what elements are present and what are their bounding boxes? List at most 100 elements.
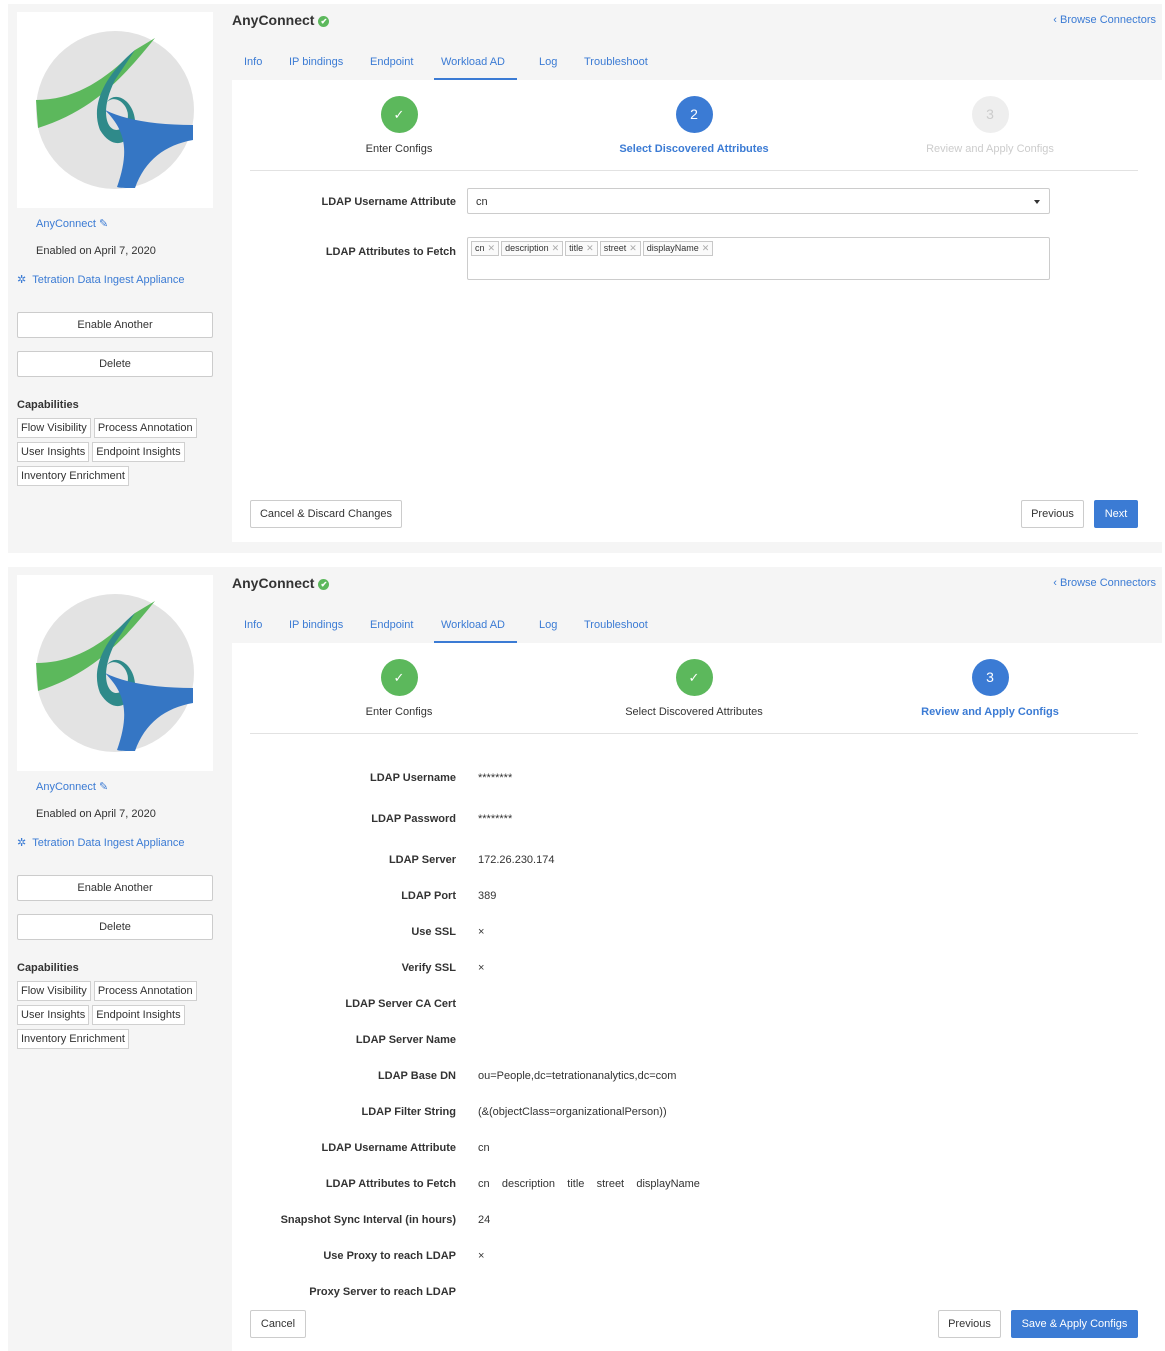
tab-endpoint[interactable]: Endpoint [370, 611, 413, 643]
tab-endpoint[interactable]: Endpoint [370, 48, 413, 80]
review-value-ldap-password: ******** [478, 813, 513, 825]
review-label-base-dn: LDAP Base DN [377, 1070, 456, 1082]
enable-another-button[interactable]: Enable Another [17, 312, 213, 338]
step-label: Enter Configs [365, 706, 433, 718]
browse-connectors-link[interactable]: ‹ Browse Connectors [1053, 577, 1156, 589]
review-label-ldap-server: LDAP Server [388, 854, 456, 866]
anyconnect-logo [17, 575, 213, 771]
review-label-use-proxy: Use Proxy to reach LDAP [323, 1250, 456, 1262]
username-attribute-label: LDAP Username Attribute [321, 196, 456, 208]
connector-panel-step3: AnyConnect ✎ Enabled on April 7, 2020 ✲ Te… [8, 567, 1162, 1351]
appliance-link[interactable]: ✲ Tetration Data Ingest Appliance [17, 836, 184, 849]
edit-icon[interactable]: ✎ [99, 217, 108, 230]
save-apply-button[interactable]: Save & Apply Configs [1011, 1310, 1138, 1338]
close-icon[interactable]: ✕ [702, 243, 710, 253]
tab-ip-bindings[interactable]: IP bindings [289, 611, 343, 643]
capabilities-list: Flow Visibility Process Annotation User I… [17, 418, 217, 490]
tab-workload-ad[interactable]: Workload AD [434, 611, 517, 643]
capability-badge: User Insights [17, 442, 90, 462]
tab-log[interactable]: Log [539, 48, 557, 80]
attributes-to-fetch-input[interactable]: cn ✕ description ✕ title ✕ street ✕ displayName ✕ [467, 237, 1050, 280]
review-label-ca-cert: LDAP Server CA Cert [345, 998, 456, 1010]
tab-troubleshoot[interactable]: Troubleshoot [584, 611, 648, 643]
next-button[interactable]: Next [1094, 500, 1138, 528]
status-ok-icon: ✔ [318, 16, 330, 27]
close-icon[interactable]: ✕ [629, 243, 637, 253]
browse-connectors-link[interactable]: ‹ Browse Connectors [1053, 14, 1156, 26]
previous-button[interactable]: Previous [938, 1310, 1001, 1338]
cancel-button[interactable]: Cancel [250, 1310, 306, 1338]
connector-name-link[interactable]: AnyConnect ✎ [36, 780, 108, 793]
cancel-discard-button[interactable]: Cancel & Discard Changes [250, 500, 402, 528]
close-icon[interactable]: ✕ [586, 243, 594, 253]
review-value-username-attribute: cn [478, 1142, 490, 1154]
step-done-check-icon: ✓ [380, 659, 418, 696]
divider [250, 733, 1138, 734]
review-value-attributes-to-fetch: cn description title street displayName [478, 1178, 700, 1190]
connector-panel-step2: AnyConnect ✎ Enabled on April 7, 2020 ✲ Te… [8, 4, 1162, 553]
review-label-proxy-server: Proxy Server to reach LDAP [309, 1286, 456, 1298]
wizard-step-2: ✓ Select Discovered Attributes [544, 659, 844, 718]
attribute-tag[interactable]: title ✕ [565, 241, 598, 256]
review-label-ldap-password: LDAP Password [371, 813, 456, 825]
page-title-text: AnyConnect [232, 575, 315, 591]
divider [250, 170, 1138, 171]
review-label-attributes-to-fetch: LDAP Attributes to Fetch [325, 1178, 456, 1190]
review-value-ldap-username: ******** [478, 772, 513, 784]
step-number: 2 [675, 96, 713, 133]
review-label-verify-ssl: Verify SSL [401, 962, 456, 974]
wizard-step-3: 3 Review and Apply Configs [840, 96, 1140, 155]
step-label: Select Discovered Attributes [625, 706, 763, 718]
step-number: 3 [971, 96, 1009, 133]
browse-connectors-text: Browse Connectors [1060, 14, 1156, 26]
review-value-base-dn: ou=People,dc=tetrationanalytics,dc=com [478, 1070, 677, 1082]
capability-badge: Process Annotation [93, 981, 197, 1001]
delete-button[interactable]: Delete [17, 914, 213, 940]
capability-badge: Inventory Enrichment [17, 466, 129, 486]
edit-icon[interactable]: ✎ [99, 780, 108, 793]
capabilities-list: Flow Visibility Process Annotation User I… [17, 981, 217, 1053]
anyconnect-logo [17, 12, 213, 208]
appliance-icon: ✲ [17, 274, 27, 286]
step-done-check-icon: ✓ [675, 659, 713, 696]
capability-badge: Endpoint Insights [92, 1005, 185, 1025]
attribute-tag[interactable]: description ✕ [501, 241, 564, 256]
wizard-content: ✓ Enter Configs ✓ Select Discovered Attr… [232, 643, 1162, 1351]
review-value-ldap-server: 172.26.230.174 [478, 854, 555, 866]
close-icon[interactable]: ✕ [552, 243, 560, 253]
tab-troubleshoot[interactable]: Troubleshoot [584, 48, 648, 80]
connector-name-text: AnyConnect [36, 781, 96, 793]
appliance-link[interactable]: ✲ Tetration Data Ingest Appliance [17, 273, 184, 286]
review-label-ldap-username: LDAP Username [370, 772, 456, 784]
wizard-step-3: 3 Review and Apply Configs [840, 659, 1140, 718]
attribute-tag[interactable]: displayName ✕ [642, 241, 714, 256]
tab-info[interactable]: Info [244, 48, 262, 80]
capabilities-title: Capabilities [17, 399, 79, 411]
step-label: Select Discovered Attributes [619, 143, 769, 155]
tab-log[interactable]: Log [539, 611, 557, 643]
step-label: Review and Apply Configs [921, 706, 1059, 718]
attribute-tag-text: street [603, 243, 627, 253]
capability-badge: Process Annotation [93, 418, 197, 438]
anyconnect-logo-icon [36, 31, 194, 189]
connector-name-link[interactable]: AnyConnect ✎ [36, 217, 108, 230]
capabilities-title: Capabilities [17, 962, 79, 974]
previous-button[interactable]: Previous [1021, 500, 1084, 528]
anyconnect-logo-icon [36, 594, 194, 752]
attributes-to-fetch-label: LDAP Attributes to Fetch [325, 246, 456, 258]
enable-another-button[interactable]: Enable Another [17, 875, 213, 901]
tab-workload-ad[interactable]: Workload AD [434, 48, 517, 80]
attribute-tag[interactable]: street ✕ [599, 241, 641, 256]
tab-info[interactable]: Info [244, 611, 262, 643]
attribute-tag[interactable]: cn ✕ [471, 241, 500, 256]
close-icon[interactable]: ✕ [488, 243, 496, 253]
tab-ip-bindings[interactable]: IP bindings [289, 48, 343, 80]
page-title: AnyConnect ✔ [232, 12, 330, 28]
review-value-sync-interval: 24 [478, 1214, 491, 1226]
username-attribute-select[interactable]: cn [467, 188, 1050, 214]
appliance-text: Tetration Data Ingest Appliance [32, 274, 185, 286]
wizard-step-1: ✓ Enter Configs [249, 96, 549, 155]
step-label: Review and Apply Configs [926, 143, 1054, 155]
delete-button[interactable]: Delete [17, 351, 213, 377]
review-value-use-ssl: × [478, 926, 485, 938]
